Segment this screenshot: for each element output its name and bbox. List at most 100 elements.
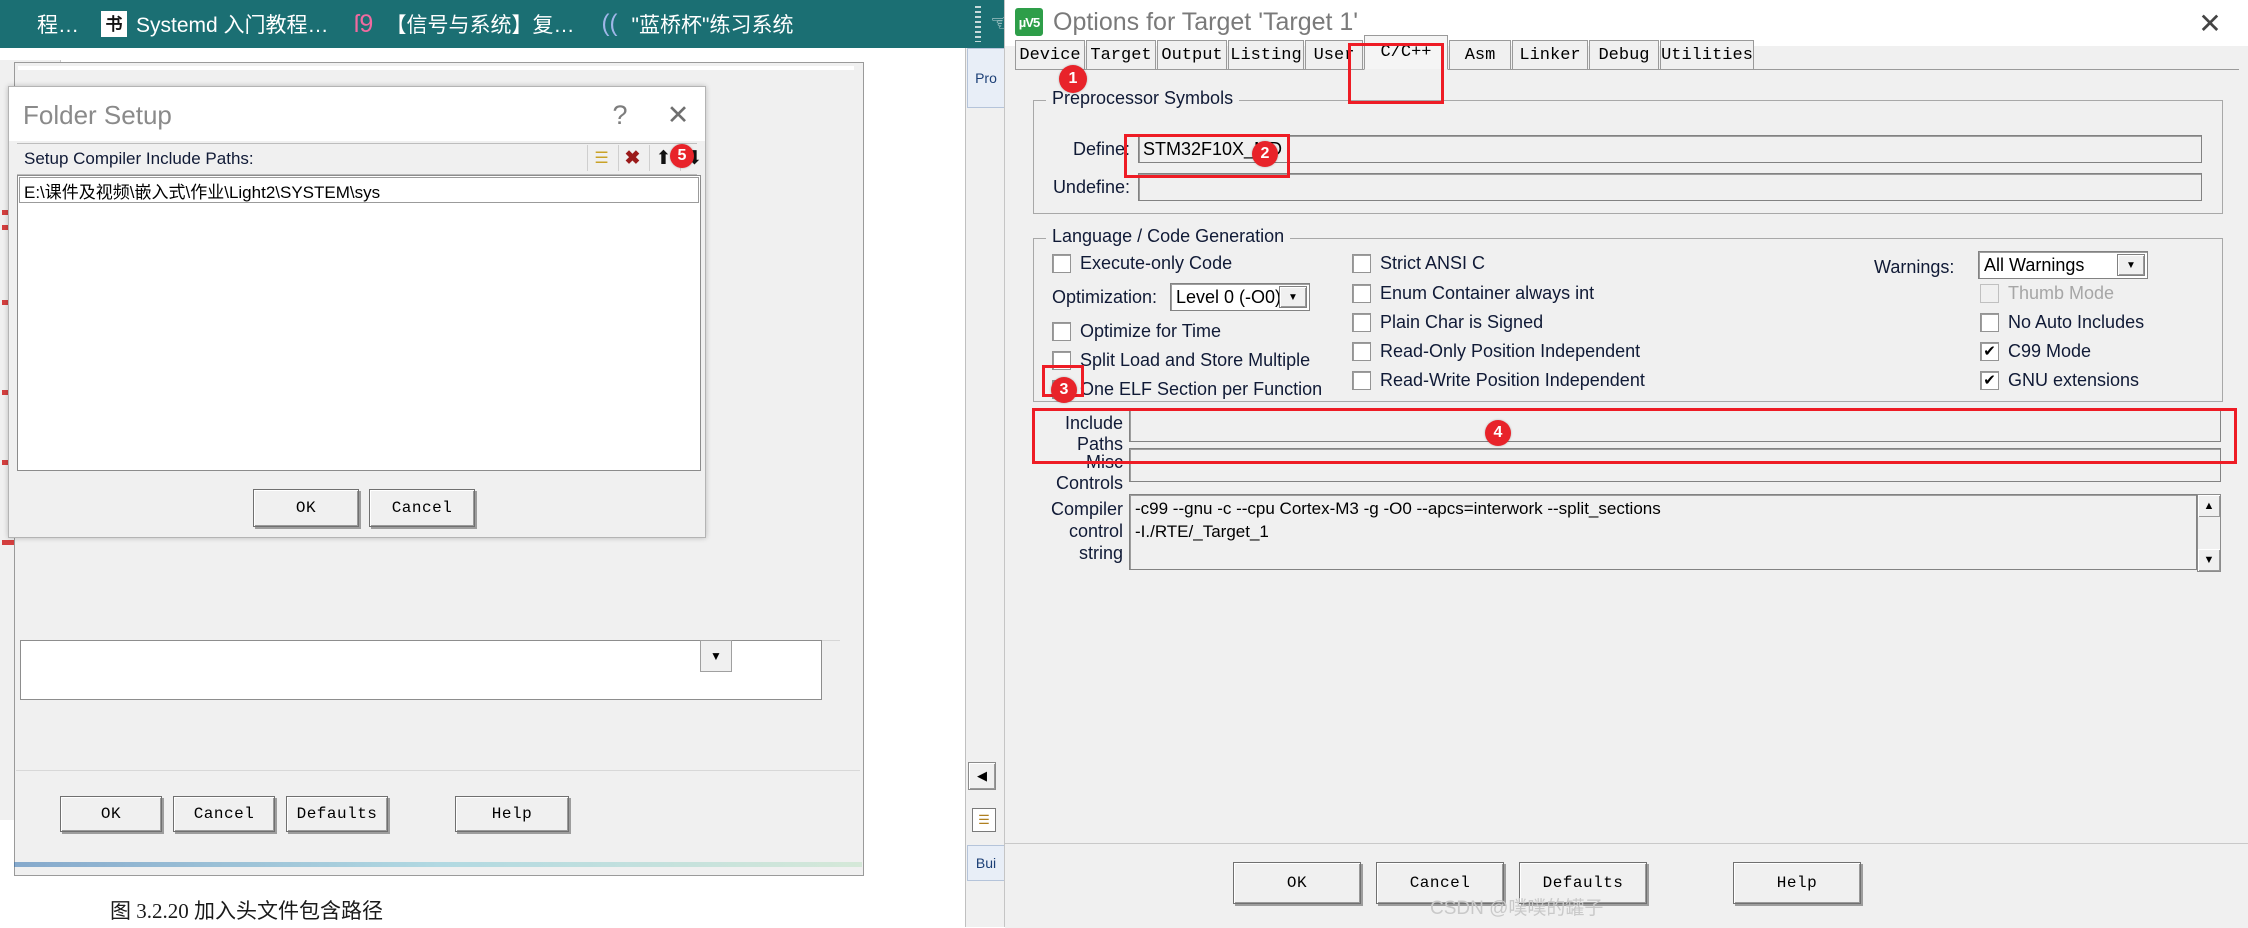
checkbox-label: Enum Container always int [1380,283,1595,303]
cup-icon: (( [601,10,618,37]
drag-handle-dots[interactable] [975,6,981,42]
misc-controls-label-line2: Controls [1055,473,1123,493]
warnings-label: Warnings: [1874,257,1955,277]
signal-icon: ſ9 [353,9,374,38]
tab-target[interactable]: Target [1086,40,1156,70]
dock-tab-project[interactable]: Pro [967,48,1005,108]
language-code-generation-group: Language / Code Generation Execute-only … [1033,226,2223,402]
checkbox-label: C99 Mode [2008,341,2092,361]
annotation-badge-2: 2 [1252,141,1278,167]
include-path-list-row[interactable]: E:\课件及视频\嵌入式\作业\Light2\SYSTEM\sys [19,177,699,203]
optimize-for-time-checkbox[interactable]: Optimize for Time [1052,321,1221,342]
tab-utilities[interactable]: Utilities [1660,40,1754,70]
folder-setup-ok-button[interactable]: OK [253,489,359,527]
tab-listing[interactable]: Listing [1228,40,1304,70]
options-ok-button[interactable]: OK [1233,862,1361,904]
close-icon[interactable]: ✕ [653,95,703,135]
checkbox-label: Read-Write Position Independent [1380,370,1645,390]
options-footer: OK Cancel Defaults Help [1005,843,2248,928]
delete-path-icon[interactable]: ✖ [618,145,646,171]
strict-ansi-c-checkbox[interactable]: Strict ANSI C [1352,253,1485,274]
keil-uvision-icon: µV5 [1015,8,1043,36]
keil-dropdown-button[interactable]: ▼ [700,640,732,672]
warnings-value: All Warnings [1984,254,2085,275]
checkbox-label: One ELF Section per Function [1080,379,1323,399]
checkbox-box [1980,284,1999,303]
question-mark-icon[interactable]: ? [597,95,643,135]
keil-help-button[interactable]: Help [455,796,569,832]
options-help-button[interactable]: Help [1733,862,1861,904]
checkbox-box [1052,254,1071,273]
warnings-combo[interactable]: All Warnings ▼ [1978,251,2148,279]
checkbox-box [1052,322,1071,341]
caret-up-icon[interactable]: ▲ [2198,495,2220,517]
annotation-box-include-paths [1032,408,2237,464]
tab-output[interactable]: Output [1157,40,1227,70]
folder-setup-dialog: Folder Setup ? ✕ Setup Compiler Include … [8,86,706,538]
bookmark-item-3[interactable]: (( "蓝桥杯"练习系统 [597,9,794,39]
one-elf-section-checkbox[interactable]: ✔ One ELF Section per Function [1052,379,1322,400]
checkbox-label: Execute-only Code [1080,253,1233,273]
dock-tab-build[interactable]: Bui [967,845,1005,881]
keil-defaults-button[interactable]: Defaults [286,796,388,832]
plain-char-signed-checkbox[interactable]: Plain Char is Signed [1352,312,1543,333]
checkbox-label: Thumb Mode [2008,283,2115,303]
bookmark-item-1[interactable]: 书 Systemd 入门教程… [101,9,329,39]
compiler-string-label-line2: control [1068,521,1123,541]
checkbox-box [1352,313,1371,332]
language-code-generation-title: Language / Code Generation [1046,226,1291,247]
optimization-combo[interactable]: Level 0 (-O0) ▼ [1170,283,1310,311]
read-only-position-independent-checkbox[interactable]: Read-Only Position Independent [1352,341,1640,362]
text-icon [2,11,28,37]
checkbox-box [1352,284,1371,303]
undefine-field[interactable] [1138,173,2202,201]
folder-setup-titlebar: Folder Setup ? ✕ [9,87,705,141]
include-paths-listbox[interactable]: E:\课件及视频\嵌入式\作业\Light2\SYSTEM\sys [17,175,701,471]
tab-asm[interactable]: Asm [1449,40,1511,70]
split-load-store-checkbox[interactable]: Split Load and Store Multiple [1052,350,1310,371]
keil-window-top-edge [18,66,854,70]
chevron-down-icon[interactable]: ▼ [2117,254,2145,276]
keil-ok-button[interactable]: OK [60,796,162,832]
folder-setup-title: Folder Setup [23,100,172,130]
compiler-string-label-line1: Compiler [1050,499,1123,519]
list-icon[interactable]: ☰ [972,808,996,832]
undefine-label: Undefine: [1052,177,1130,197]
checkbox-box [1980,313,1999,332]
define-field[interactable]: STM32F10X_MD [1138,135,2202,163]
options-title: Options for Target 'Target 1' [1053,8,1359,36]
gnu-extensions-checkbox[interactable]: ✔ GNU extensions [1980,370,2139,391]
execute-only-code-checkbox[interactable]: Execute-only Code [1052,253,1232,274]
folder-setup-toolbar-label: Setup Compiler Include Paths: [24,149,254,168]
checkbox-label: No Auto Includes [2008,312,2145,332]
close-icon[interactable]: ✕ [2185,4,2235,42]
read-write-position-independent-checkbox[interactable]: Read-Write Position Independent [1352,370,1645,391]
folder-setup-cancel-button[interactable]: Cancel [369,489,475,527]
checkbox-box: ✔ [1980,342,1999,361]
annotation-badge-1: 1 [1059,65,1087,93]
optimization-label: Optimization: [1052,287,1158,307]
c99-mode-checkbox[interactable]: ✔ C99 Mode [1980,341,2091,362]
bookmark-item-2[interactable]: ſ9 【信号与系统】复… [351,9,575,39]
checkbox-label: Read-Only Position Independent [1380,341,1641,361]
annotation-badge-5: 5 [670,144,694,168]
enum-container-int-checkbox[interactable]: Enum Container always int [1352,283,1594,304]
keil-cancel-button[interactable]: Cancel [173,796,275,832]
left-arrow-icon[interactable]: ◀ [968,762,996,790]
caret-down-icon[interactable]: ▼ [2198,549,2220,571]
annotation-badge-3: 3 [1051,377,1077,403]
new-path-icon[interactable]: ☰ [587,145,615,171]
checkbox-label: Strict ANSI C [1380,253,1486,273]
optimization-value: Level 0 (-O0) [1176,286,1282,307]
tab-linker[interactable]: Linker [1512,40,1588,70]
no-auto-includes-checkbox[interactable]: No Auto Includes [1980,312,2144,333]
book-icon: 书 [101,11,127,37]
bookmark-item-0[interactable]: 程… [2,9,79,39]
compiler-string-scrollbar[interactable]: ▲ ▼ [2197,494,2221,572]
bookmark-label: Systemd 入门教程… [136,14,329,37]
tab-debug[interactable]: Debug [1589,40,1659,70]
checkbox-label: Split Load and Store Multiple [1080,350,1311,370]
checkbox-box: ✔ [1980,371,1999,390]
compiler-control-string-field[interactable]: -c99 --gnu -c --cpu Cortex-M3 -g -O0 --a… [1129,494,2197,570]
chevron-down-icon[interactable]: ▼ [1279,286,1307,308]
